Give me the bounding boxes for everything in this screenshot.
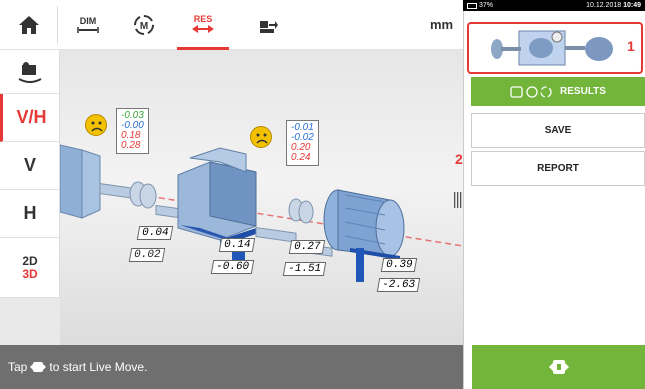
live-move-button[interactable] bbox=[472, 345, 645, 389]
coupling-1-status-icon bbox=[85, 114, 107, 136]
res-label: RES bbox=[193, 13, 213, 24]
live-move-icon bbox=[30, 362, 47, 372]
coupling-1-gap-values: -0.03 -0.00 0.18 0.28 bbox=[116, 108, 149, 154]
coupling-2-status-icon bbox=[250, 126, 272, 148]
bottom-hint-bar: Tap to start Live Move. bbox=[0, 345, 472, 389]
left-sidebar: V/H V H 2D 3D bbox=[0, 50, 60, 298]
motor-front-horizontal-value: -1.51 bbox=[282, 262, 327, 276]
v-view-button[interactable]: V bbox=[0, 142, 60, 190]
2d-label: 2D bbox=[22, 253, 38, 268]
results-button[interactable]: RESULTS bbox=[471, 77, 645, 106]
h-label: H bbox=[23, 203, 37, 223]
h-view-button[interactable]: H bbox=[0, 190, 60, 238]
gearbox-front-vertical-value: 0.04 bbox=[136, 226, 174, 240]
vh-view-button[interactable]: V/H bbox=[0, 94, 60, 142]
hint-prefix: Tap bbox=[8, 360, 28, 374]
battery-icon bbox=[467, 2, 477, 9]
save-button[interactable]: SAVE bbox=[471, 113, 645, 148]
report-label: REPORT bbox=[537, 163, 579, 174]
coupling-1-value-4: 0.28 bbox=[121, 140, 141, 151]
coupling-2-gap-values: -0.01 -0.02 0.20 0.24 bbox=[286, 120, 319, 166]
motor-front-vertical-value: 0.27 bbox=[288, 240, 326, 254]
machine-thumbnail-icon bbox=[491, 30, 613, 66]
motor-rear-vertical-value: 0.39 bbox=[380, 258, 418, 272]
battery-level: 37% bbox=[479, 2, 494, 9]
android-status-bar: 37% 10.12.2018 10:49 bbox=[463, 0, 645, 11]
results-icons bbox=[510, 85, 552, 98]
dim-label: DIM bbox=[79, 16, 97, 26]
status-date: 10.12.2018 bbox=[586, 2, 622, 9]
unit-label: mm bbox=[430, 17, 454, 32]
machine-train-canvas[interactable]: -0.03 -0.00 0.18 0.28 -0.01 -0.02 0.20 0… bbox=[60, 50, 463, 345]
rotate-view-icon bbox=[18, 61, 42, 83]
sidebar-filler bbox=[0, 298, 60, 345]
motor-rear-horizontal-value: -2.63 bbox=[376, 278, 421, 292]
gearbox-front-horizontal-value: 0.02 bbox=[128, 248, 166, 262]
results-label: RESULTS bbox=[560, 86, 606, 97]
panel-drawer-handle[interactable] bbox=[452, 188, 462, 212]
vh-label: V/H bbox=[16, 107, 47, 127]
save-label: SAVE bbox=[544, 125, 572, 136]
gearbox-rear-horizontal-value: -0.60 bbox=[210, 260, 255, 274]
report-callout-number: 2 bbox=[455, 151, 463, 167]
dim-button[interactable]: DIM bbox=[66, 0, 110, 50]
measure-rotate-icon: M bbox=[134, 15, 154, 35]
coupling-2-value-4: 0.24 bbox=[291, 152, 311, 163]
top-toolbar: DIM M RES mm bbox=[0, 0, 463, 50]
view-rotate-button[interactable] bbox=[0, 50, 60, 94]
thumbnail-callout-number: 1 bbox=[627, 38, 635, 54]
measure-button[interactable]: M bbox=[122, 0, 166, 50]
2d-3d-toggle[interactable]: 2D 3D bbox=[0, 238, 60, 298]
home-button[interactable] bbox=[8, 0, 50, 50]
res-button[interactable]: RES bbox=[177, 0, 229, 50]
drag-handle-icon bbox=[454, 192, 462, 208]
home-icon bbox=[19, 16, 39, 34]
alignment-arrows-icon bbox=[192, 24, 214, 33]
3d-label: 3D bbox=[22, 266, 38, 281]
dimension-arrows-icon bbox=[77, 27, 99, 33]
machine-train-thumbnail[interactable]: 1 bbox=[467, 22, 643, 74]
machine-move-button[interactable] bbox=[244, 0, 288, 50]
status-time: 10:49 bbox=[623, 2, 641, 9]
machine-move-icon bbox=[260, 21, 278, 33]
hint-suffix: to start Live Move. bbox=[49, 360, 148, 374]
gearbox-rear-vertical-value: 0.14 bbox=[218, 238, 256, 252]
report-button[interactable]: REPORT bbox=[471, 151, 645, 186]
v-label: V bbox=[23, 155, 36, 175]
machine-train-drawing bbox=[60, 144, 463, 282]
live-move-button-icon bbox=[548, 360, 569, 374]
svg-text:M: M bbox=[140, 21, 148, 32]
